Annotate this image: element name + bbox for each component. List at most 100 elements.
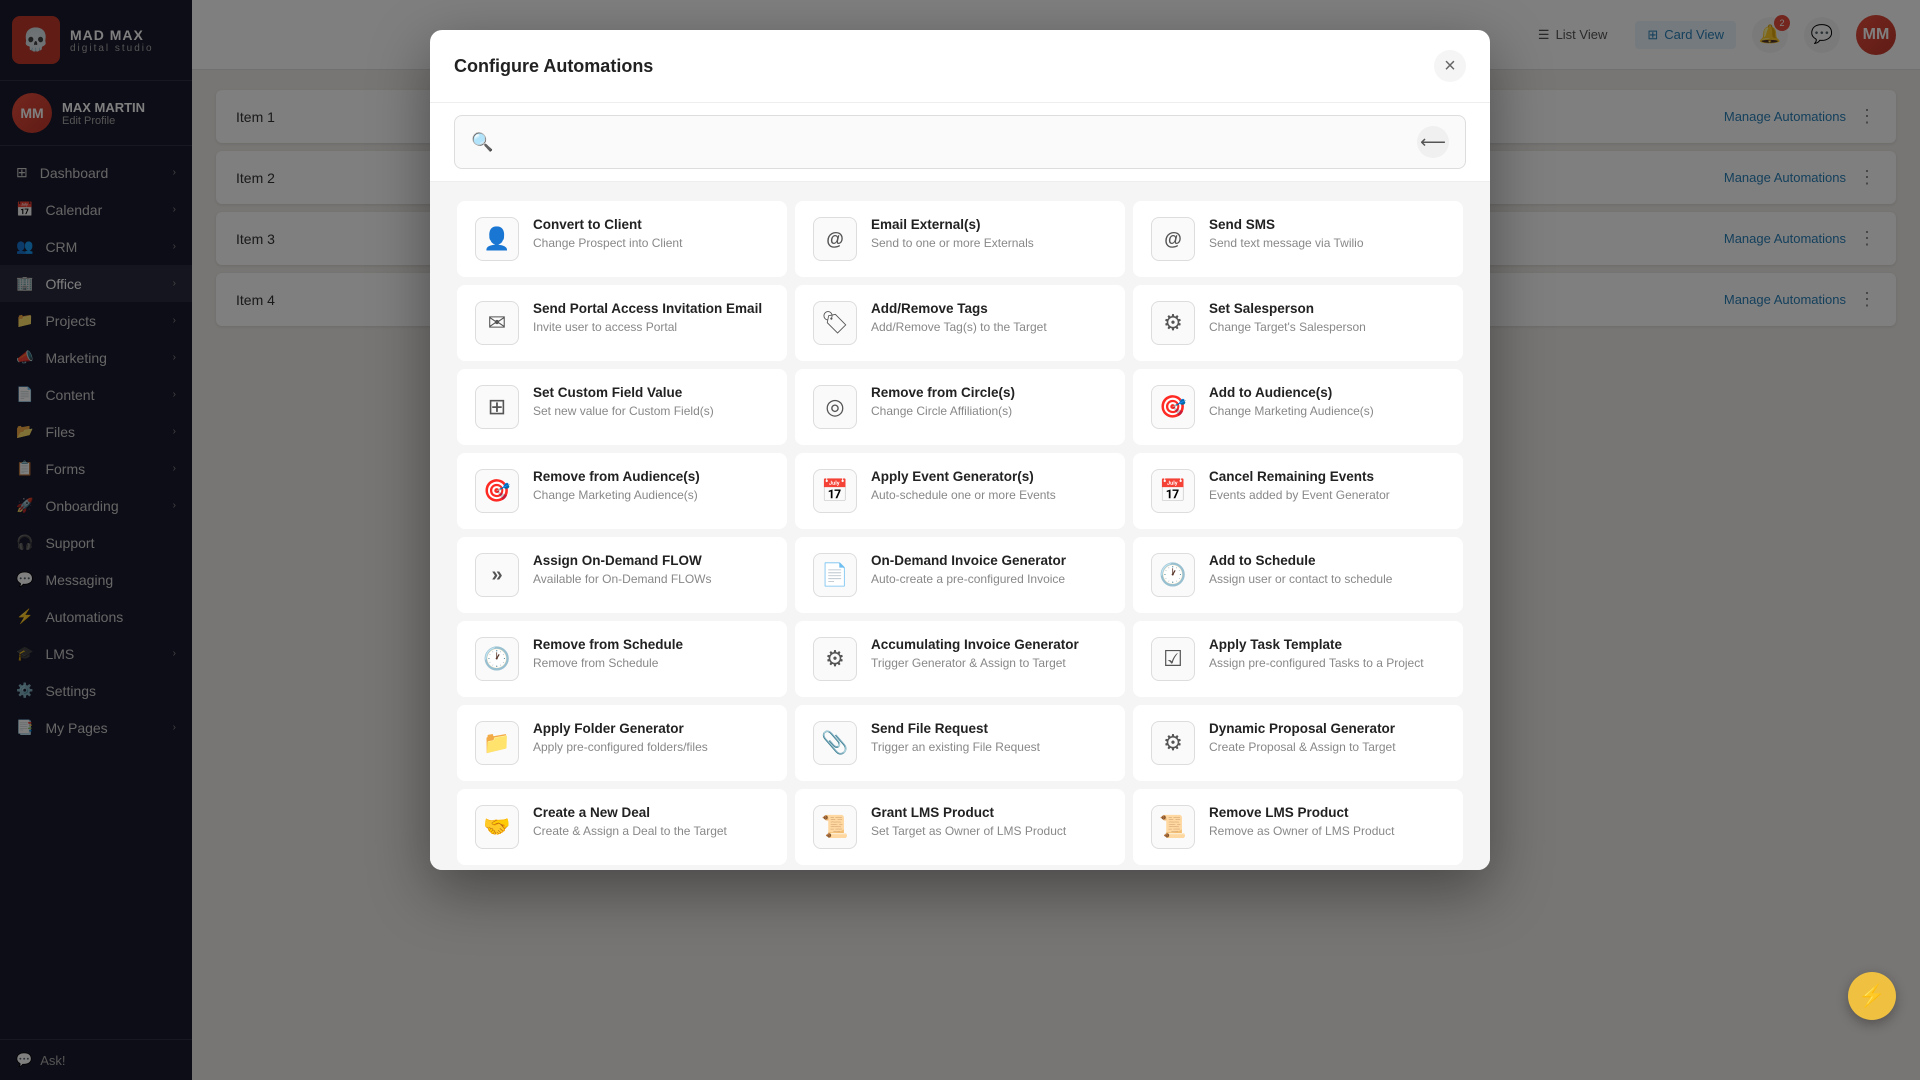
search-icon: 🔍 (471, 132, 493, 153)
add-remove-tags-icon: 🏷 (813, 301, 857, 345)
apply-folder-generator-icon: 📁 (475, 721, 519, 765)
automation-card-set-custom-field[interactable]: ⊞ Set Custom Field Value Set new value f… (457, 369, 787, 445)
automation-card-remove-lms-product[interactable]: 📜 Remove LMS Product Remove as Owner of … (1133, 789, 1463, 865)
automation-card-send-file-request[interactable]: 📎 Send File Request Trigger an existing … (795, 705, 1125, 781)
automation-card-grant-lms-product[interactable]: 📜 Grant LMS Product Set Target as Owner … (795, 789, 1125, 865)
add-to-audiences-title: Add to Audience(s) (1209, 385, 1374, 400)
set-salesperson-title: Set Salesperson (1209, 301, 1366, 316)
automation-card-add-to-audiences[interactable]: 🎯 Add to Audience(s) Change Marketing Au… (1133, 369, 1463, 445)
add-remove-tags-desc: Add/Remove Tag(s) to the Target (871, 319, 1047, 336)
grant-lms-product-title: Grant LMS Product (871, 805, 1066, 820)
apply-task-template-title: Apply Task Template (1209, 637, 1424, 652)
cancel-remaining-events-title: Cancel Remaining Events (1209, 469, 1390, 484)
remove-from-circle-icon: ◎ (813, 385, 857, 429)
automation-card-send-portal-access[interactable]: ✉ Send Portal Access Invitation Email In… (457, 285, 787, 361)
create-new-deal-desc: Create & Assign a Deal to the Target (533, 823, 727, 840)
add-to-schedule-title: Add to Schedule (1209, 553, 1392, 568)
modal-backdrop: Configure Automations × 🔍 ⟵ 👤 Convert to… (0, 0, 1920, 1080)
dynamic-proposal-generator-desc: Create Proposal & Assign to Target (1209, 739, 1396, 756)
assign-on-demand-flow-desc: Available for On-Demand FLOWs (533, 571, 712, 588)
apply-event-generator-desc: Auto-schedule one or more Events (871, 487, 1056, 504)
create-new-deal-icon: 🤝 (475, 805, 519, 849)
send-file-request-title: Send File Request (871, 721, 1040, 736)
automation-card-on-demand-invoice-generator[interactable]: 📄 On-Demand Invoice Generator Auto-creat… (795, 537, 1125, 613)
automation-card-apply-task-template[interactable]: ☑ Apply Task Template Assign pre-configu… (1133, 621, 1463, 697)
remove-from-schedule-title: Remove from Schedule (533, 637, 683, 652)
automation-card-apply-folder-generator[interactable]: 📁 Apply Folder Generator Apply pre-confi… (457, 705, 787, 781)
automation-card-set-salesperson[interactable]: ⚙ Set Salesperson Change Target's Salesp… (1133, 285, 1463, 361)
remove-from-audiences-desc: Change Marketing Audience(s) (533, 487, 700, 504)
grant-lms-product-icon: 📜 (813, 805, 857, 849)
remove-from-schedule-icon: 🕐 (475, 637, 519, 681)
add-to-schedule-icon: 🕐 (1151, 553, 1195, 597)
send-sms-title: Send SMS (1209, 217, 1364, 232)
add-to-schedule-desc: Assign user or contact to schedule (1209, 571, 1392, 588)
automation-card-add-to-schedule[interactable]: 🕐 Add to Schedule Assign user or contact… (1133, 537, 1463, 613)
create-new-deal-title: Create a New Deal (533, 805, 727, 820)
automation-card-dynamic-proposal-generator[interactable]: ⚙ Dynamic Proposal Generator Create Prop… (1133, 705, 1463, 781)
remove-from-circle-desc: Change Circle Affiliation(s) (871, 403, 1015, 420)
add-remove-tags-title: Add/Remove Tags (871, 301, 1047, 316)
accumulating-invoice-generator-title: Accumulating Invoice Generator (871, 637, 1079, 652)
send-portal-access-desc: Invite user to access Portal (533, 319, 762, 336)
on-demand-invoice-generator-icon: 📄 (813, 553, 857, 597)
convert-to-client-desc: Change Prospect into Client (533, 235, 682, 252)
dynamic-proposal-generator-title: Dynamic Proposal Generator (1209, 721, 1396, 736)
search-input[interactable] (503, 134, 1407, 150)
automation-card-remove-from-audiences[interactable]: 🎯 Remove from Audience(s) Change Marketi… (457, 453, 787, 529)
set-salesperson-desc: Change Target's Salesperson (1209, 319, 1366, 336)
apply-task-template-icon: ☑ (1151, 637, 1195, 681)
cancel-remaining-events-icon: 📅 (1151, 469, 1195, 513)
remove-from-audiences-title: Remove from Audience(s) (533, 469, 700, 484)
email-externals-icon: @ (813, 217, 857, 261)
remove-from-schedule-desc: Remove from Schedule (533, 655, 683, 672)
assign-on-demand-flow-title: Assign On-Demand FLOW (533, 553, 712, 568)
remove-lms-product-desc: Remove as Owner of LMS Product (1209, 823, 1394, 840)
add-to-audiences-desc: Change Marketing Audience(s) (1209, 403, 1374, 420)
accumulating-invoice-generator-desc: Trigger Generator & Assign to Target (871, 655, 1079, 672)
apply-folder-generator-title: Apply Folder Generator (533, 721, 708, 736)
convert-to-client-title: Convert to Client (533, 217, 682, 232)
send-sms-icon: @ (1151, 217, 1195, 261)
apply-event-generator-icon: 📅 (813, 469, 857, 513)
automation-card-remove-from-circle[interactable]: ◎ Remove from Circle(s) Change Circle Af… (795, 369, 1125, 445)
modal-close-button[interactable]: × (1434, 50, 1466, 82)
add-to-audiences-icon: 🎯 (1151, 385, 1195, 429)
set-custom-field-desc: Set new value for Custom Field(s) (533, 403, 714, 420)
modal-header: Configure Automations × (430, 30, 1490, 103)
automation-card-cancel-remaining-events[interactable]: 📅 Cancel Remaining Events Events added b… (1133, 453, 1463, 529)
automations-grid: 👤 Convert to Client Change Prospect into… (430, 182, 1490, 870)
send-sms-desc: Send text message via Twilio (1209, 235, 1364, 252)
on-demand-invoice-generator-desc: Auto-create a pre-configured Invoice (871, 571, 1066, 588)
grant-lms-product-desc: Set Target as Owner of LMS Product (871, 823, 1066, 840)
cancel-remaining-events-desc: Events added by Event Generator (1209, 487, 1390, 504)
dynamic-proposal-generator-icon: ⚙ (1151, 721, 1195, 765)
automation-card-add-remove-tags[interactable]: 🏷 Add/Remove Tags Add/Remove Tag(s) to t… (795, 285, 1125, 361)
automation-card-assign-on-demand-flow[interactable]: » Assign On-Demand FLOW Available for On… (457, 537, 787, 613)
back-button[interactable]: ⟵ (1417, 126, 1449, 158)
apply-event-generator-title: Apply Event Generator(s) (871, 469, 1056, 484)
modal-search-area: 🔍 ⟵ (430, 103, 1490, 182)
remove-lms-product-title: Remove LMS Product (1209, 805, 1394, 820)
automation-card-apply-event-generator[interactable]: 📅 Apply Event Generator(s) Auto-schedule… (795, 453, 1125, 529)
send-portal-access-icon: ✉ (475, 301, 519, 345)
set-custom-field-title: Set Custom Field Value (533, 385, 714, 400)
automation-card-send-sms[interactable]: @ Send SMS Send text message via Twilio (1133, 201, 1463, 277)
modal-title: Configure Automations (454, 56, 653, 77)
automation-card-email-externals[interactable]: @ Email External(s) Send to one or more … (795, 201, 1125, 277)
accumulating-invoice-generator-icon: ⚙ (813, 637, 857, 681)
send-file-request-desc: Trigger an existing File Request (871, 739, 1040, 756)
remove-from-audiences-icon: 🎯 (475, 469, 519, 513)
on-demand-invoice-generator-title: On-Demand Invoice Generator (871, 553, 1066, 568)
automation-card-remove-from-schedule[interactable]: 🕐 Remove from Schedule Remove from Sched… (457, 621, 787, 697)
assign-on-demand-flow-icon: » (475, 553, 519, 597)
automation-card-create-new-deal[interactable]: 🤝 Create a New Deal Create & Assign a De… (457, 789, 787, 865)
automation-card-accumulating-invoice-generator[interactable]: ⚙ Accumulating Invoice Generator Trigger… (795, 621, 1125, 697)
automation-card-convert-to-client[interactable]: 👤 Convert to Client Change Prospect into… (457, 201, 787, 277)
send-file-request-icon: 📎 (813, 721, 857, 765)
apply-task-template-desc: Assign pre-configured Tasks to a Project (1209, 655, 1424, 672)
set-salesperson-icon: ⚙ (1151, 301, 1195, 345)
email-externals-desc: Send to one or more Externals (871, 235, 1034, 252)
convert-to-client-icon: 👤 (475, 217, 519, 261)
fab-button[interactable]: ⚡ (1848, 972, 1896, 1020)
